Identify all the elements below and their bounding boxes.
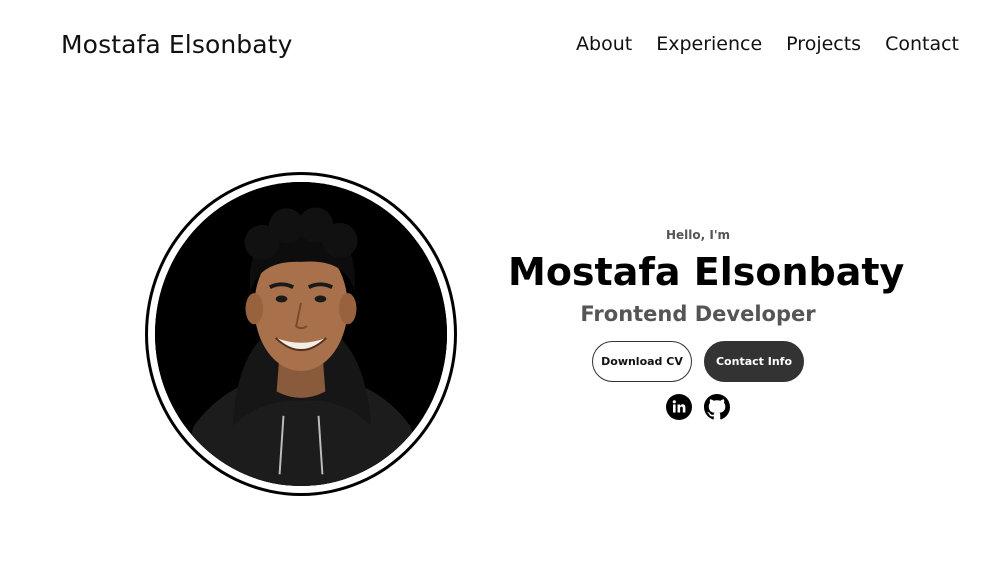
page-title: Mostafa Elsonbaty (508, 250, 905, 294)
profile-picture (155, 182, 447, 486)
linkedin-icon[interactable] (666, 394, 692, 420)
role-subtitle: Frontend Developer (580, 302, 816, 326)
greeting-text: Hello, I'm (665, 228, 731, 242)
profile-picture-frame (145, 172, 457, 496)
nav-link-contact[interactable]: Contact (885, 33, 959, 55)
nav-link-experience[interactable]: Experience (656, 33, 762, 55)
profile-photo-illustration (155, 182, 447, 486)
socials-container (508, 394, 888, 420)
nav-links: About Experience Projects Contact (576, 33, 959, 55)
contact-info-button[interactable]: Contact Info (704, 341, 804, 382)
nav-item-projects: Projects (786, 33, 861, 55)
logo[interactable]: Mostafa Elsonbaty (61, 30, 292, 59)
github-icon[interactable] (704, 394, 730, 420)
nav-item-experience: Experience (656, 33, 762, 55)
profile-text-section: Hello, I'm Mostafa Elsonbaty Frontend De… (508, 228, 905, 420)
nav-link-about[interactable]: About (576, 33, 632, 55)
download-cv-button[interactable]: Download CV (592, 341, 692, 382)
button-row: Download CV Contact Info (508, 341, 888, 382)
nav-item-contact: Contact (885, 33, 959, 55)
nav-link-projects[interactable]: Projects (786, 33, 861, 55)
nav-item-about: About (576, 33, 632, 55)
page: Mostafa Elsonbaty About Experience Proje… (0, 0, 1000, 568)
